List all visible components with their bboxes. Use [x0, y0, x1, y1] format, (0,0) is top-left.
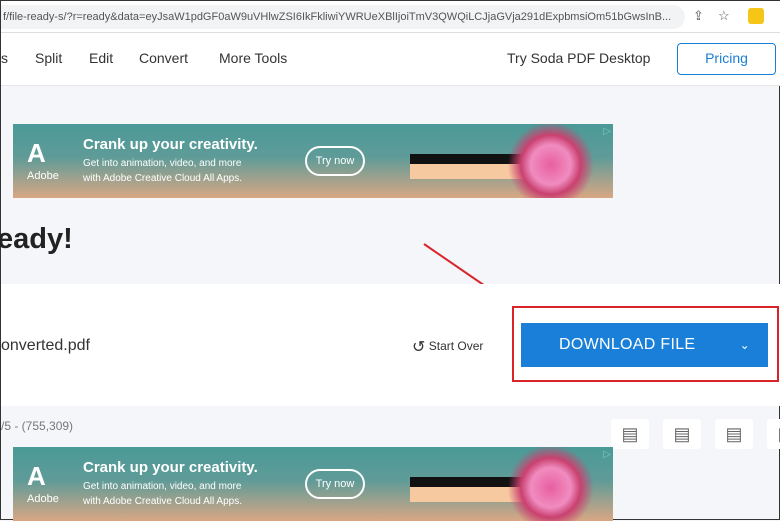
star-icon[interactable]: ☆ — [718, 8, 730, 24]
adchoices-icon[interactable]: ▷ — [603, 126, 611, 137]
nav-item-convert[interactable]: Convert — [139, 50, 188, 66]
ad-banner-bottom[interactable]: A Adobe Crank up your creativity. Get in… — [13, 447, 613, 521]
url-field[interactable]: f/file-ready-s/?r=ready&data=eyJsaW1pdGF… — [1, 5, 685, 29]
ad-line1: Get into animation, video, and more — [83, 481, 242, 492]
try-desktop-link[interactable]: Try Soda PDF Desktop — [507, 50, 650, 66]
file-name: onverted.pdf — [1, 337, 90, 354]
file-meta: /5 - (755,309) — [1, 419, 74, 433]
browser-address-bar: f/file-ready-s/?r=ready&data=eyJsaW1pdGF… — [1, 1, 780, 33]
restart-icon: ↺ — [412, 339, 426, 356]
ad-headline: Crank up your creativity. — [83, 136, 258, 153]
annotation-highlight-box — [512, 306, 779, 382]
pricing-button[interactable]: Pricing — [677, 43, 776, 75]
convert-tool-icon[interactable]: ▤ — [663, 419, 701, 449]
ad-try-now-button[interactable]: Try now — [305, 146, 365, 176]
ad-brand: Adobe — [27, 493, 59, 505]
compress-tool-icon[interactable]: ▤ — [611, 419, 649, 449]
adobe-logo-icon: A — [27, 138, 46, 168]
extension-icon[interactable] — [748, 8, 764, 24]
ad-headline: Crank up your creativity. — [83, 459, 258, 476]
flower-image — [508, 447, 603, 521]
adobe-logo-icon: A — [27, 461, 46, 491]
nav-item-edit[interactable]: Edit — [89, 50, 113, 66]
ad-line2: with Adobe Creative Cloud All Apps. — [83, 496, 242, 507]
ad-line2: with Adobe Creative Cloud All Apps. — [83, 173, 242, 184]
start-over-label: Start Over — [428, 339, 484, 353]
start-over-button[interactable]: ↺ Start Over — [412, 337, 483, 357]
page-title: eady! — [0, 223, 73, 255]
tool-icon[interactable]: ▤ — [767, 419, 780, 449]
nav-item-split[interactable]: Split — [35, 50, 62, 66]
ad-line1: Get into animation, video, and more — [83, 158, 242, 169]
share-icon[interactable]: ⇪ — [693, 8, 704, 24]
top-nav: s Split Edit Convert More Tools Try Soda… — [1, 33, 780, 86]
ad-try-now-button[interactable]: Try now — [305, 469, 365, 499]
ad-brand: Adobe — [27, 170, 59, 182]
ad-banner-top[interactable]: A Adobe Crank up your creativity. Get in… — [13, 124, 613, 198]
adchoices-icon[interactable]: ▷ — [603, 449, 611, 460]
nav-item[interactable]: s — [1, 50, 8, 66]
flower-image — [508, 124, 603, 198]
nav-item-more-tools[interactable]: More Tools — [219, 50, 287, 66]
protect-tool-icon[interactable]: ▤ — [715, 419, 753, 449]
